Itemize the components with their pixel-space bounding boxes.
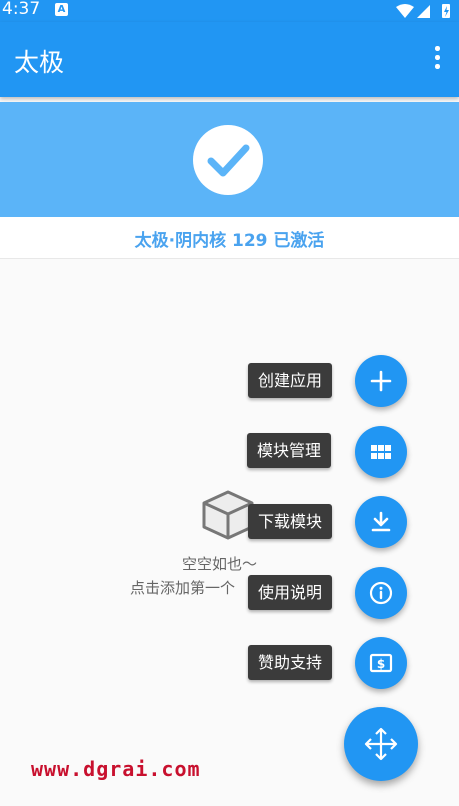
fab-label-download-module[interactable]: 下载模块 xyxy=(248,504,333,539)
svg-text:$: $ xyxy=(377,657,385,671)
grid-icon xyxy=(371,445,391,459)
status-time: 4:37 xyxy=(2,0,41,19)
empty-state-title: 空空如也～ xyxy=(182,555,258,573)
watermark-text: www.dgrai.com xyxy=(31,757,201,781)
app-title: 太极 xyxy=(14,48,65,77)
more-vert-icon[interactable] xyxy=(427,46,447,72)
fab-label-module-manager[interactable]: 模块管理 xyxy=(247,433,332,468)
move-arrows-icon xyxy=(364,727,398,761)
sponsor-button[interactable]: $ xyxy=(355,637,407,689)
system-icons xyxy=(395,2,453,24)
empty-state-hint: 点击添加第一个 xyxy=(130,579,236,597)
module-manager-button[interactable] xyxy=(355,426,407,478)
main-fab-button[interactable] xyxy=(344,707,418,781)
download-module-button[interactable] xyxy=(355,496,407,548)
fab-label-instructions[interactable]: 使用说明 xyxy=(248,575,333,610)
create-app-button[interactable] xyxy=(355,355,407,407)
info-icon xyxy=(369,581,393,605)
download-icon xyxy=(371,511,391,532)
fab-label-create-app[interactable]: 创建应用 xyxy=(248,363,333,398)
activation-status: 太极·阴内核 129 已激活 xyxy=(0,217,459,259)
money-icon: $ xyxy=(369,653,393,673)
activation-status-text: 太极·阴内核 129 已激活 xyxy=(134,231,325,251)
check-icon xyxy=(193,125,263,195)
plus-icon xyxy=(370,370,392,392)
app-bar: 太极 xyxy=(0,22,459,97)
wifi-icon xyxy=(396,4,414,18)
instructions-button[interactable] xyxy=(355,567,407,619)
fab-label-sponsor[interactable]: 赞助支持 xyxy=(248,645,333,680)
notification-badge: A xyxy=(55,3,68,16)
signal-icon xyxy=(417,5,430,18)
activation-banner xyxy=(0,102,459,217)
status-bar: 4:37 A xyxy=(0,0,459,22)
